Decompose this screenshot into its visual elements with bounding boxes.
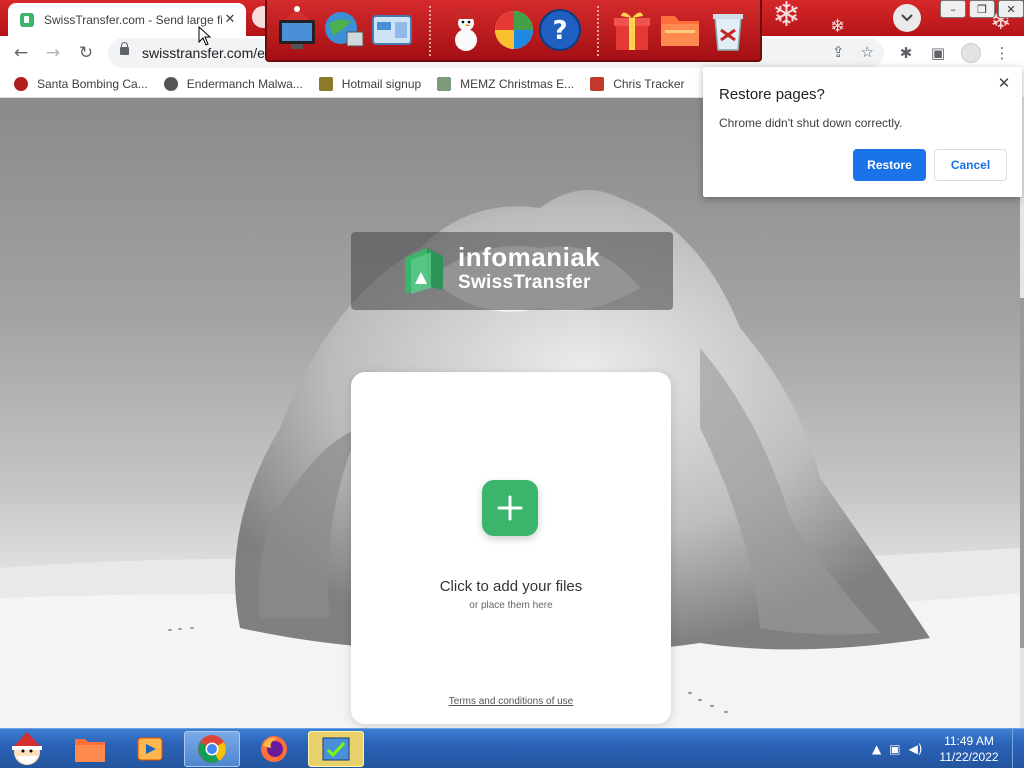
man-icon: [318, 76, 333, 91]
chevron-down-icon: [901, 14, 913, 22]
firefox-icon: [261, 736, 287, 762]
minimize-button[interactable]: –: [940, 0, 966, 18]
bookmark-item[interactable]: MEMZ Christmas E...: [437, 76, 575, 91]
infomaniak-logo-icon: [405, 248, 443, 294]
memz-icon: [437, 76, 452, 91]
avatar: [961, 43, 981, 63]
add-files-title: Click to add your files: [439, 578, 583, 595]
url-text[interactable]: swisstransfer.com/e: [142, 45, 265, 61]
brand-name: infomaniak: [458, 242, 601, 272]
gift-box-icon[interactable]: [609, 6, 655, 54]
globe-network-icon[interactable]: [321, 6, 367, 54]
profile-button[interactable]: [960, 42, 982, 64]
bookmark-item[interactable]: Chris Tracker: [590, 76, 685, 91]
side-panel-icon[interactable]: ▣: [928, 42, 948, 64]
desktop-launcher-bar: ?: [265, 0, 762, 62]
control-panel-icon[interactable]: [369, 6, 415, 54]
show-desktop-button[interactable]: [1012, 729, 1024, 768]
window-controls: – ❐ ✕: [937, 0, 1024, 20]
taskbar-explorer[interactable]: [62, 731, 118, 767]
menu-kebab-icon[interactable]: ⋮: [992, 42, 1012, 64]
start-button-santa-icon[interactable]: [4, 730, 50, 768]
bookmark-label: Endermanch Malwa...: [186, 76, 303, 91]
windows-taskbar: ▲ ▣ ◀) 11:49 AM 11/22/2022: [0, 728, 1024, 768]
forward-button[interactable]: →: [40, 41, 66, 65]
taskbar-app-highlighted[interactable]: [308, 731, 364, 767]
bookmark-label: Santa Bombing Ca...: [37, 76, 148, 91]
reload-button[interactable]: ↻: [73, 41, 99, 65]
launcher-separator: [429, 6, 431, 56]
checklist-app-icon: [322, 737, 350, 761]
santa-icon: [14, 76, 28, 91]
plus-icon: [497, 495, 523, 521]
cancel-button[interactable]: Cancel: [934, 149, 1007, 181]
chrome-icon: [198, 735, 226, 763]
snowman-icon[interactable]: [443, 6, 489, 54]
bookmark-star-icon[interactable]: ☆: [861, 43, 874, 61]
folder-icon: [75, 739, 105, 762]
tracker-icon: [590, 76, 605, 91]
folder-icon[interactable]: [657, 6, 703, 54]
snowflake-decoration: ❄: [772, 0, 801, 35]
omnibox-actions: ⇪ ☆: [832, 43, 874, 61]
close-icon[interactable]: ✕: [994, 73, 1014, 93]
product-name: SwissTransfer: [458, 272, 591, 293]
lock-icon: [120, 42, 129, 55]
raccoon-icon: [163, 76, 178, 91]
maximize-button[interactable]: ❐: [969, 0, 995, 18]
recycle-bin-icon[interactable]: [705, 6, 751, 54]
scrollbar-thumb[interactable]: [1020, 298, 1024, 648]
windows-update-icon[interactable]: [491, 6, 537, 54]
help-question-icon[interactable]: ?: [537, 6, 583, 54]
mouse-cursor-icon: [198, 26, 212, 46]
swisstransfer-favicon-icon: [20, 12, 34, 27]
computer-santa-icon[interactable]: [275, 6, 321, 54]
restore-button[interactable]: Restore: [853, 149, 926, 181]
bookmark-label: Chris Tracker: [613, 76, 685, 91]
launcher-separator: [597, 6, 599, 56]
bookmark-item[interactable]: Endermanch Malwa...: [163, 76, 303, 91]
terms-link[interactable]: Terms and conditions of use: [351, 696, 671, 707]
media-player-icon: [137, 737, 163, 761]
clock-time: 11:49 AM: [944, 734, 994, 748]
bookmark-item[interactable]: Hotmail signup: [318, 76, 422, 91]
close-tab-icon[interactable]: ✕: [222, 12, 238, 27]
extensions-icon[interactable]: ✱: [896, 42, 916, 64]
bookmark-label: MEMZ Christmas E...: [460, 76, 575, 91]
dialog-message: Chrome didn't shut down correctly.: [719, 116, 903, 130]
snowflake-decoration: ❄: [830, 16, 846, 36]
system-clock[interactable]: 11:49 AM 11/22/2022: [934, 733, 1004, 765]
volume-icon[interactable]: ◀): [909, 742, 923, 756]
svg-text:?: ?: [552, 16, 567, 46]
dialog-title: Restore pages?: [719, 86, 825, 103]
back-button[interactable]: ←: [8, 41, 34, 65]
close-window-button[interactable]: ✕: [998, 0, 1024, 18]
taskbar-chrome[interactable]: [184, 731, 240, 767]
network-icon[interactable]: ▣: [889, 742, 900, 756]
add-files-subtitle: or place them here: [469, 600, 553, 611]
taskbar-media-player[interactable]: [122, 731, 178, 767]
bookmark-item[interactable]: Santa Bombing Ca...: [14, 76, 148, 91]
brand-banner: infomaniak SwissTransfer: [351, 232, 673, 310]
upload-dropzone[interactable]: Click to add your files or place them he…: [351, 372, 671, 724]
share-icon[interactable]: ⇪: [832, 43, 845, 61]
restore-pages-dialog: Restore pages? ✕ Chrome didn't shut down…: [703, 67, 1022, 197]
taskbar-firefox[interactable]: [246, 731, 302, 767]
bookmark-label: Hotmail signup: [341, 76, 422, 91]
show-hidden-icons-icon[interactable]: ▲: [872, 742, 881, 756]
add-files-button[interactable]: [482, 480, 538, 536]
clock-date: 11/22/2022: [939, 750, 999, 764]
tab-title: SwissTransfer.com - Send large fi: [44, 12, 222, 27]
tab-search-button[interactable]: [893, 4, 921, 32]
